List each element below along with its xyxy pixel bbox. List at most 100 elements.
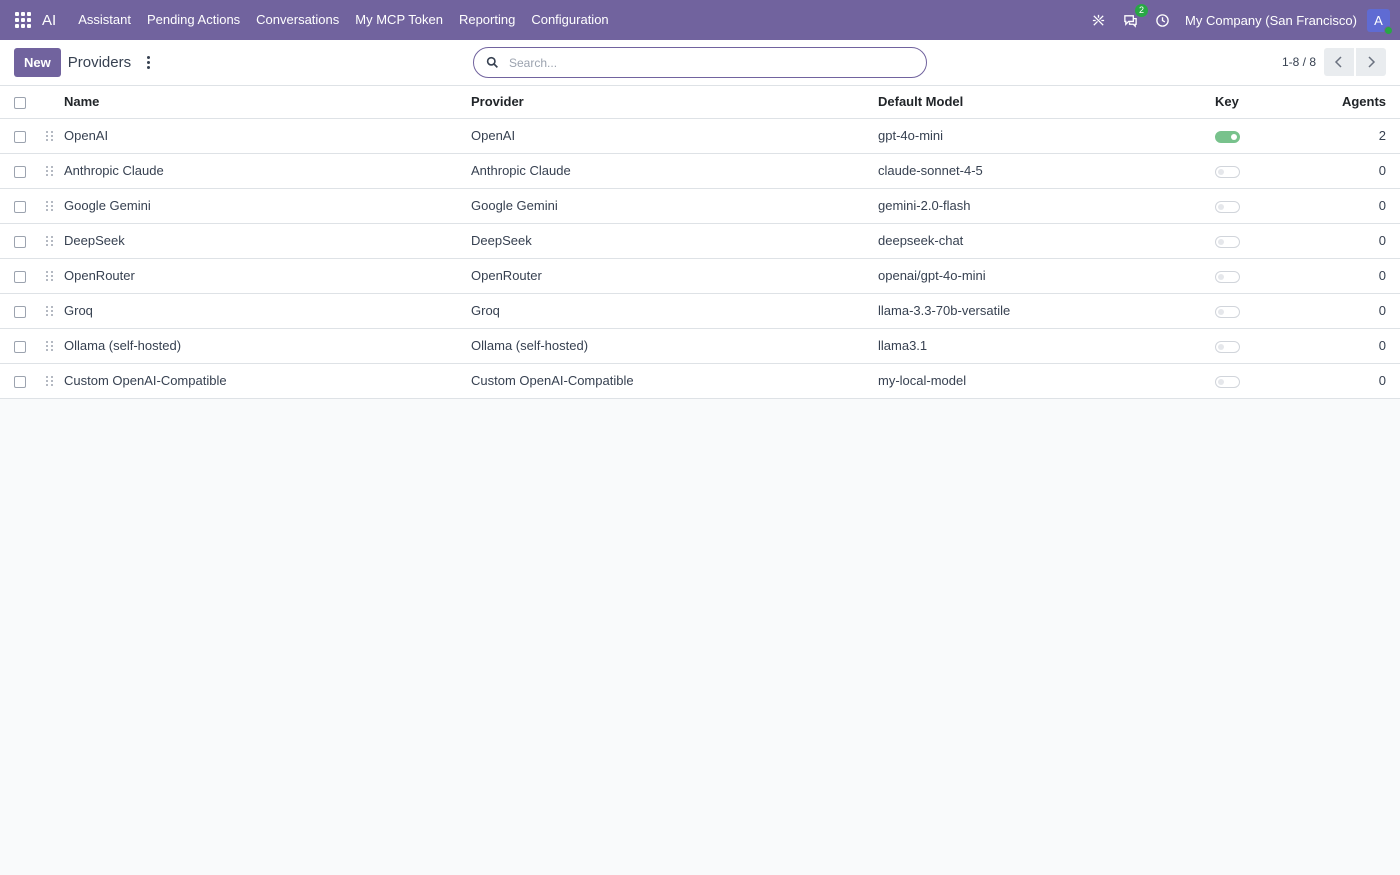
cell-agents[interactable]: 0 <box>1285 188 1400 224</box>
user-avatar[interactable]: A <box>1367 8 1393 35</box>
column-header-default-model[interactable]: Default Model <box>878 86 1215 119</box>
providers-table: Name Provider Default Model Key Agents O… <box>0 86 1400 399</box>
actions-menu-icon[interactable] <box>141 53 155 73</box>
row-checkbox[interactable] <box>14 165 26 178</box>
menu-reporting[interactable]: Reporting <box>451 0 523 40</box>
pager-previous-button[interactable] <box>1324 48 1354 76</box>
key-toggle[interactable] <box>1215 130 1240 143</box>
key-toggle[interactable] <box>1215 235 1240 248</box>
key-toggle[interactable] <box>1215 200 1240 213</box>
menu-configuration[interactable]: Configuration <box>523 0 616 40</box>
page-title[interactable]: Providers <box>68 54 131 71</box>
navbar-systray: 2 My Company (San Francisco) A <box>1089 4 1393 35</box>
handle-header <box>40 86 64 119</box>
table-row[interactable]: OpenRouter OpenRouter openai/gpt-4o-mini… <box>0 258 1400 294</box>
row-checkbox[interactable] <box>14 235 26 248</box>
column-header-provider[interactable]: Provider <box>471 86 878 119</box>
cell-agents[interactable]: 0 <box>1285 293 1400 329</box>
select-all-cell <box>0 86 40 119</box>
table-body: OpenAI OpenAI gpt-4o-mini 2 Anthropic Cl… <box>0 118 1400 399</box>
chevron-right-icon <box>1368 56 1376 68</box>
drag-handle-icon[interactable] <box>46 305 54 317</box>
table-row[interactable]: DeepSeek DeepSeek deepseek-chat 0 <box>0 223 1400 259</box>
select-all-checkbox[interactable] <box>14 96 26 109</box>
row-checkbox[interactable] <box>14 340 26 353</box>
control-panel: New Providers 1-8 / 8 <box>0 40 1400 86</box>
cell-agents[interactable]: 2 <box>1285 118 1400 154</box>
cell-provider[interactable]: OpenAI <box>471 118 878 154</box>
new-button[interactable]: New <box>14 48 61 77</box>
apps-grid-icon[interactable] <box>14 11 32 29</box>
cell-agents[interactable]: 0 <box>1285 363 1400 399</box>
cell-default-model[interactable]: claude-sonnet-4-5 <box>878 153 1215 189</box>
cell-name[interactable]: OpenAI <box>64 118 471 154</box>
table-row[interactable]: Google Gemini Google Gemini gemini-2.0-f… <box>0 188 1400 224</box>
key-toggle[interactable] <box>1215 375 1240 388</box>
drag-handle-icon[interactable] <box>46 270 54 282</box>
cell-name[interactable]: Groq <box>64 293 471 329</box>
table-row[interactable]: Anthropic Claude Anthropic Claude claude… <box>0 153 1400 189</box>
clock-icon[interactable] <box>1153 11 1171 29</box>
debug-icon[interactable] <box>1089 11 1107 29</box>
key-toggle[interactable] <box>1215 270 1240 283</box>
main-menu: Assistant Pending Actions Conversations … <box>70 0 616 40</box>
menu-my-mcp-token[interactable]: My MCP Token <box>347 0 451 40</box>
cell-provider[interactable]: DeepSeek <box>471 223 878 259</box>
drag-handle-icon[interactable] <box>46 130 54 142</box>
app-brand[interactable]: AI <box>42 12 56 29</box>
column-header-agents[interactable]: Agents <box>1285 86 1400 119</box>
pager-value[interactable]: 1-8 / 8 <box>1282 55 1316 69</box>
cell-name[interactable]: Anthropic Claude <box>64 153 471 189</box>
key-toggle[interactable] <box>1215 165 1240 178</box>
menu-assistant[interactable]: Assistant <box>70 0 139 40</box>
key-toggle[interactable] <box>1215 305 1240 318</box>
table-row[interactable]: Ollama (self-hosted) Ollama (self-hosted… <box>0 328 1400 364</box>
row-checkbox[interactable] <box>14 375 26 388</box>
cell-name[interactable]: Ollama (self-hosted) <box>64 328 471 364</box>
cell-agents[interactable]: 0 <box>1285 258 1400 294</box>
drag-handle-icon[interactable] <box>46 200 54 212</box>
chevron-left-icon <box>1334 56 1342 68</box>
cell-provider[interactable]: Google Gemini <box>471 188 878 224</box>
cell-provider[interactable]: Custom OpenAI-Compatible <box>471 363 878 399</box>
company-switcher[interactable]: My Company (San Francisco) <box>1185 13 1357 28</box>
drag-handle-icon[interactable] <box>46 235 54 247</box>
cell-name[interactable]: OpenRouter <box>64 258 471 294</box>
cell-default-model[interactable]: gpt-4o-mini <box>878 118 1215 154</box>
cell-agents[interactable]: 0 <box>1285 328 1400 364</box>
cell-agents[interactable]: 0 <box>1285 223 1400 259</box>
cell-default-model[interactable]: llama-3.3-70b-versatile <box>878 293 1215 329</box>
cell-name[interactable]: DeepSeek <box>64 223 471 259</box>
cell-provider[interactable]: Ollama (self-hosted) <box>471 328 878 364</box>
cell-default-model[interactable]: gemini-2.0-flash <box>878 188 1215 224</box>
column-header-name[interactable]: Name <box>64 86 471 119</box>
column-header-key[interactable]: Key <box>1215 86 1285 119</box>
row-checkbox[interactable] <box>14 130 26 143</box>
pager-next-button[interactable] <box>1356 48 1386 76</box>
menu-conversations[interactable]: Conversations <box>248 0 347 40</box>
drag-handle-icon[interactable] <box>46 165 54 177</box>
cell-default-model[interactable]: llama3.1 <box>878 328 1215 364</box>
key-toggle[interactable] <box>1215 340 1240 353</box>
chat-icon[interactable]: 2 <box>1121 4 1149 29</box>
cell-agents[interactable]: 0 <box>1285 153 1400 189</box>
cell-provider[interactable]: OpenRouter <box>471 258 878 294</box>
cell-provider[interactable]: Groq <box>471 293 878 329</box>
table-row[interactable]: OpenAI OpenAI gpt-4o-mini 2 <box>0 118 1400 154</box>
row-checkbox[interactable] <box>14 305 26 318</box>
table-row[interactable]: Custom OpenAI-Compatible Custom OpenAI-C… <box>0 363 1400 399</box>
menu-pending-actions[interactable]: Pending Actions <box>139 0 248 40</box>
cell-name[interactable]: Custom OpenAI-Compatible <box>64 363 471 399</box>
cell-default-model[interactable]: openai/gpt-4o-mini <box>878 258 1215 294</box>
row-checkbox[interactable] <box>14 200 26 213</box>
cell-name[interactable]: Google Gemini <box>64 188 471 224</box>
cell-default-model[interactable]: my-local-model <box>878 363 1215 399</box>
drag-handle-icon[interactable] <box>46 340 54 352</box>
row-checkbox[interactable] <box>14 270 26 283</box>
search-input[interactable] <box>509 55 914 70</box>
cell-default-model[interactable]: deepseek-chat <box>878 223 1215 259</box>
drag-handle-icon[interactable] <box>46 375 54 387</box>
cell-provider[interactable]: Anthropic Claude <box>471 153 878 189</box>
search-bar[interactable] <box>473 47 927 78</box>
table-row[interactable]: Groq Groq llama-3.3-70b-versatile 0 <box>0 293 1400 329</box>
